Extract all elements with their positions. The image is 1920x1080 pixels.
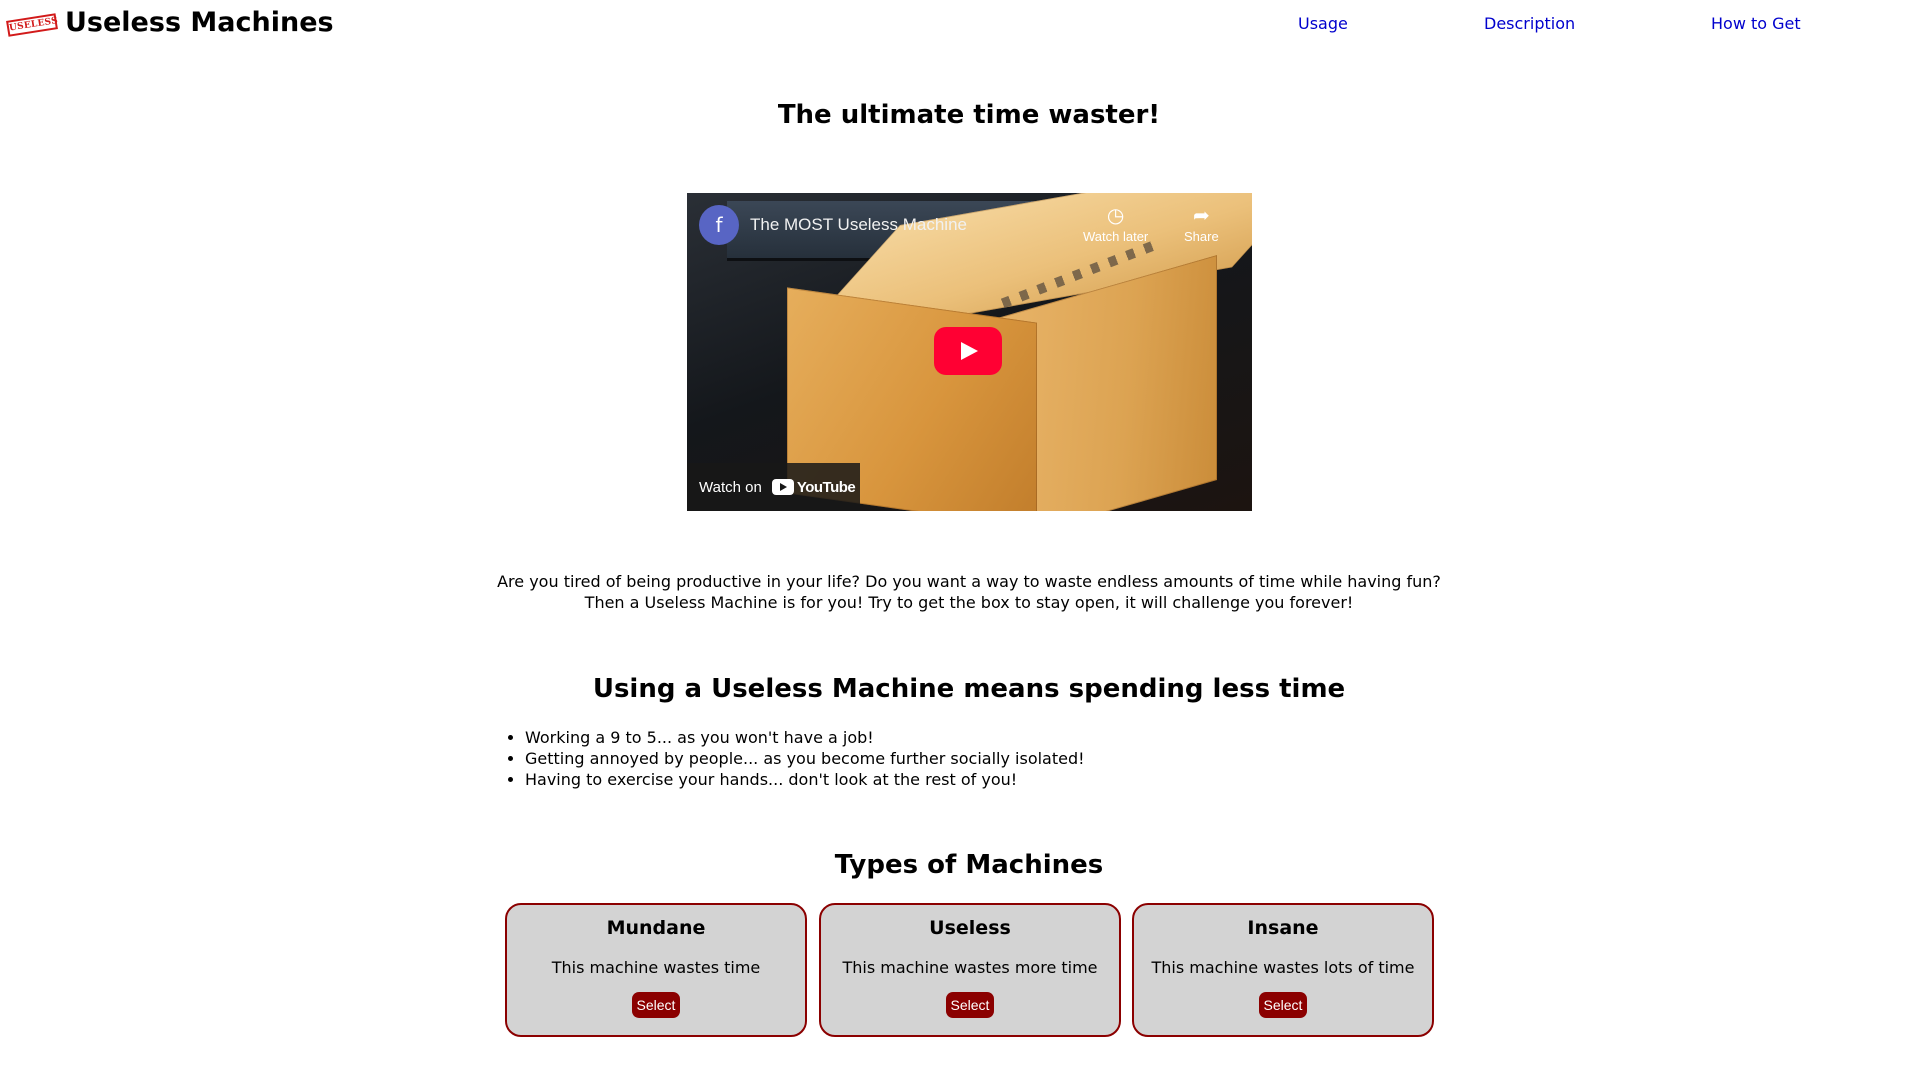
share-button[interactable]: ➦ Share [1184,205,1219,244]
types-heading: Types of Machines [834,850,1104,880]
site-header: USELESS Useless Machines Usage Descripti… [0,0,1920,48]
card-title: Insane [1247,917,1319,939]
machine-card-mundane: Mundane This machine wastes time Select [505,903,807,1037]
nav-link-description[interactable]: Description [1484,14,1575,33]
card-description: This machine wastes lots of time [1151,958,1415,977]
useless-stamp-logo: USELESS [6,13,59,37]
site-title: Useless Machines [65,7,334,38]
benefits-list: Working a 9 to 5... as you won't have a … [510,727,1085,790]
select-insane-button[interactable]: Select [1258,992,1308,1018]
list-item: Having to exercise your hands... don't l… [525,769,1085,790]
watch-later-label: Watch later [1083,229,1149,244]
youtube-play-mark-icon [771,479,794,495]
card-description: This machine wastes time [551,958,761,977]
intro-line-2: Then a Useless Machine is for you! Try t… [584,593,1354,612]
intro-paragraph: Are you tired of being productive in you… [0,571,1920,613]
nav-link-how-to-get[interactable]: How to Get [1711,14,1801,33]
share-label: Share [1184,229,1219,244]
card-title: Useless [929,917,1011,939]
share-arrow-icon: ➦ [1192,205,1210,227]
select-useless-button[interactable]: Select [945,992,995,1018]
youtube-embed[interactable]: f The MOST Useless Machine ◷ Watch later… [687,193,1252,511]
video-title[interactable]: The MOST Useless Machine [750,215,967,235]
intro-line-1: Are you tired of being productive in you… [497,572,1441,591]
channel-avatar[interactable]: f [699,205,739,245]
watch-on-label: Watch on [699,478,762,496]
card-title: Mundane [606,917,706,939]
benefits-heading: Using a Useless Machine means spending l… [592,674,1346,704]
nav-link-usage[interactable]: Usage [1298,14,1348,33]
youtube-wordmark: YouTube [796,478,856,496]
list-item: Getting annoyed by people... as you beco… [525,748,1085,769]
play-button-icon[interactable] [934,327,1002,375]
machine-card-useless: Useless This machine wastes more time Se… [819,903,1121,1037]
machine-card-insane: Insane This machine wastes lots of time … [1132,903,1434,1037]
watch-later-button[interactable]: ◷ Watch later [1083,205,1148,244]
clock-icon: ◷ [1106,205,1125,227]
youtube-logo-icon: YouTube [771,478,856,496]
select-mundane-button[interactable]: Select [631,992,681,1018]
hero-heading: The ultimate time waster! [777,100,1161,130]
list-item: Working a 9 to 5... as you won't have a … [525,727,1085,748]
logo-area: USELESS Useless Machines [6,7,334,38]
card-description: This machine wastes more time [842,958,1098,977]
watch-on-youtube-button[interactable]: Watch on YouTube [687,463,860,511]
